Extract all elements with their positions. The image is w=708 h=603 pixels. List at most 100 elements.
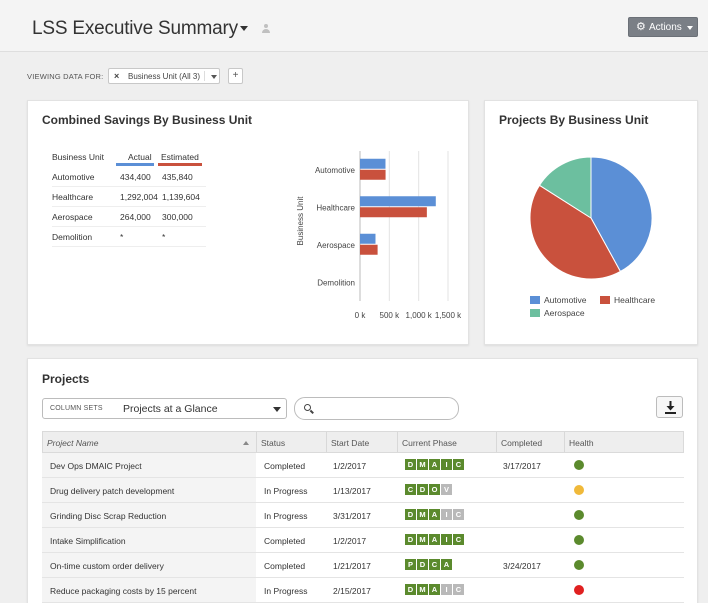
phase-step: C bbox=[453, 459, 464, 470]
table-row[interactable]: On-time custom order delivery Completed 1/… bbox=[42, 553, 684, 578]
phase-step: O bbox=[429, 484, 440, 495]
bar-actual-aerospace bbox=[360, 233, 376, 244]
header-start-date[interactable]: Start Date bbox=[331, 438, 369, 448]
phase-step: C bbox=[453, 534, 464, 545]
remove-filter-icon[interactable]: × bbox=[114, 71, 119, 81]
header-current-phase[interactable]: Current Phase bbox=[402, 438, 457, 448]
cell-unit: Aerospace bbox=[52, 212, 93, 222]
header-health[interactable]: Health bbox=[569, 438, 594, 448]
legend-swatch bbox=[530, 296, 540, 304]
user-icon[interactable] bbox=[262, 24, 270, 33]
cell-project-name[interactable]: Dev Ops DMAIC Project bbox=[50, 461, 142, 471]
header-status[interactable]: Status bbox=[261, 438, 285, 448]
savings-row: Demolition * * bbox=[52, 228, 206, 247]
title-dropdown-icon[interactable] bbox=[240, 26, 248, 31]
cell-start-date: 1/2/2017 bbox=[333, 461, 367, 471]
phase-indicator: DMAIC bbox=[405, 459, 465, 470]
download-button[interactable] bbox=[656, 396, 683, 418]
col-actual: Actual bbox=[128, 152, 152, 162]
cell-start-date: 1/13/2017 bbox=[333, 486, 371, 496]
legend-label: Aerospace bbox=[544, 308, 585, 318]
column-sets-value: Projects at a Glance bbox=[123, 403, 218, 415]
projects-pie-chart: Automotive Healthcare Aerospace bbox=[529, 156, 655, 318]
cell-start-date: 3/31/2017 bbox=[333, 511, 371, 521]
x-tick-label: 500 k bbox=[380, 311, 401, 320]
table-row[interactable]: Drug delivery patch development In Progre… bbox=[42, 478, 684, 503]
cell-status: In Progress bbox=[264, 586, 308, 596]
header-completed[interactable]: Completed bbox=[501, 438, 542, 448]
add-filter-button[interactable]: + bbox=[228, 68, 243, 84]
sort-asc-icon[interactable] bbox=[243, 441, 249, 445]
chevron-down-icon bbox=[687, 26, 693, 30]
divider bbox=[204, 71, 205, 81]
phase-step: C bbox=[405, 484, 416, 495]
cell-project-name[interactable]: Reduce packaging costs by 15 percent bbox=[50, 586, 196, 596]
x-tick-label: 0 k bbox=[355, 311, 367, 320]
cell-unit: Automotive bbox=[52, 172, 95, 182]
bar-actual-automotive bbox=[360, 158, 386, 169]
legend-label: Healthcare bbox=[614, 295, 655, 305]
search-input[interactable] bbox=[317, 401, 452, 416]
phase-indicator: DMAIC bbox=[405, 584, 465, 595]
phase-step: A bbox=[429, 534, 440, 545]
phase-step: D bbox=[417, 484, 428, 495]
cell-actual: * bbox=[120, 232, 124, 242]
business-unit-filter[interactable]: × Business Unit (All 3) bbox=[108, 68, 220, 84]
phase-step: A bbox=[429, 509, 440, 520]
chevron-down-icon[interactable] bbox=[211, 75, 217, 79]
bar-actual-healthcare bbox=[360, 196, 436, 207]
cell-completed: 3/17/2017 bbox=[503, 461, 541, 471]
cell-project-name[interactable]: Intake Simplification bbox=[50, 536, 126, 546]
cell-project-name[interactable]: On-time custom order delivery bbox=[50, 561, 164, 571]
column-sets-select[interactable]: COLUMN SETS Projects at a Glance bbox=[42, 398, 287, 419]
viewing-data-label: VIEWING DATA FOR: bbox=[27, 72, 104, 81]
cell-actual: 434,400 bbox=[120, 172, 151, 182]
cell-completed: 3/24/2017 bbox=[503, 561, 541, 571]
health-status-dot bbox=[574, 535, 584, 545]
phase-step: D bbox=[405, 534, 416, 545]
category-label: Aerospace bbox=[317, 241, 356, 250]
estimated-legend-line bbox=[158, 163, 202, 166]
bar-estimated-healthcare bbox=[360, 207, 427, 218]
y-axis-title: Business Unit bbox=[296, 196, 305, 246]
savings-row: Automotive 434,400 435,840 bbox=[52, 168, 206, 187]
x-tick-label: 1,000 k bbox=[406, 311, 433, 320]
category-label: Automotive bbox=[315, 166, 356, 175]
column-sets-label: COLUMN SETS bbox=[50, 405, 103, 412]
cell-project-name[interactable]: Drug delivery patch development bbox=[50, 486, 174, 496]
table-row[interactable]: Dev Ops DMAIC Project Completed 1/2/2017 3/… bbox=[42, 453, 684, 478]
phase-step: D bbox=[405, 509, 416, 520]
phase-step: A bbox=[429, 584, 440, 595]
header-project-name[interactable]: Project Name bbox=[47, 438, 99, 448]
cell-status: In Progress bbox=[264, 486, 308, 496]
search-icon bbox=[304, 404, 311, 411]
pie-title: Projects By Business Unit bbox=[499, 113, 649, 127]
cell-project-name[interactable]: Grinding Disc Scrap Reduction bbox=[50, 511, 166, 521]
cell-unit: Healthcare bbox=[52, 192, 94, 202]
cell-estimated: 300,000 bbox=[162, 212, 193, 222]
table-row[interactable]: Intake Simplification Completed 1/2/2017 D M… bbox=[42, 528, 684, 553]
phase-step: I bbox=[441, 534, 452, 545]
table-row[interactable]: Grinding Disc Scrap Reduction In Progress… bbox=[42, 503, 684, 528]
actions-button[interactable]: ⚙ Actions bbox=[628, 17, 698, 37]
savings-bar-chart: 0 k 500 k 1,000 k 1,500 k Business Unit Autom… bbox=[296, 151, 462, 320]
projects-title: Projects bbox=[42, 372, 90, 386]
category-label: Healthcare bbox=[316, 203, 355, 212]
chevron-down-icon bbox=[273, 407, 281, 412]
health-status-dot bbox=[574, 460, 584, 470]
actions-label: Actions bbox=[649, 22, 682, 33]
actual-legend-line bbox=[116, 163, 154, 166]
savings-row: Healthcare 1,292,004 1,139,604 bbox=[52, 188, 206, 207]
table-row[interactable]: Reduce packaging costs by 15 percent In P… bbox=[42, 578, 684, 603]
cell-actual: 1,292,004 bbox=[120, 192, 158, 202]
phase-step: D bbox=[405, 584, 416, 595]
divider bbox=[397, 432, 398, 452]
phase-step: I bbox=[441, 584, 452, 595]
bar-estimated-aerospace bbox=[360, 244, 378, 255]
savings-row: Aerospace 264,000 300,000 bbox=[52, 208, 206, 227]
col-estimated: Estimated bbox=[161, 152, 199, 162]
grid-header: Project Name Status Start Date Current P… bbox=[42, 431, 684, 453]
cell-start-date: 2/15/2017 bbox=[333, 586, 371, 596]
download-icon bbox=[665, 401, 676, 414]
search-box[interactable] bbox=[294, 397, 459, 420]
